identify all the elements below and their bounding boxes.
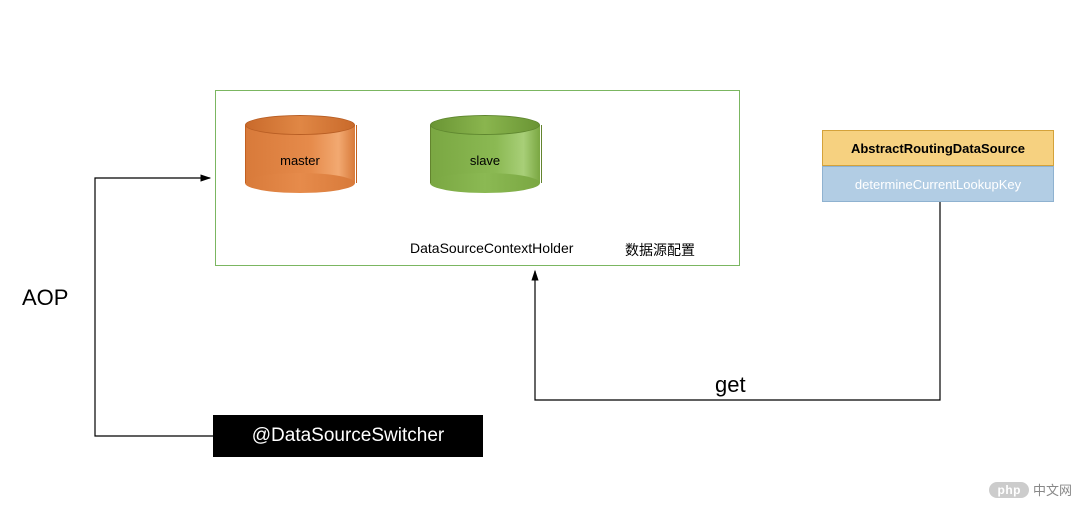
determine-key-box: determineCurrentLookupKey <box>822 166 1054 202</box>
cylinder-bottom <box>245 173 355 193</box>
master-cylinder: master <box>245 115 355 193</box>
cylinder-bottom <box>430 173 540 193</box>
watermark: php 中文网 <box>989 480 1072 499</box>
config-label: 数据源配置 <box>625 240 695 260</box>
holder-label: DataSourceContextHolder <box>410 240 573 256</box>
slave-cylinder: slave <box>430 115 540 193</box>
switcher-annotation-box: @DataSourceSwitcher <box>213 415 483 457</box>
master-label: master <box>245 153 355 168</box>
cylinder-top <box>245 115 355 135</box>
cylinder-top <box>430 115 540 135</box>
aop-label: AOP <box>22 285 68 311</box>
slave-label: slave <box>430 153 540 168</box>
abstract-routing-box: AbstractRoutingDataSource <box>822 130 1054 166</box>
get-label: get <box>715 372 746 398</box>
watermark-badge: php <box>989 482 1029 498</box>
watermark-text: 中文网 <box>1033 480 1072 499</box>
